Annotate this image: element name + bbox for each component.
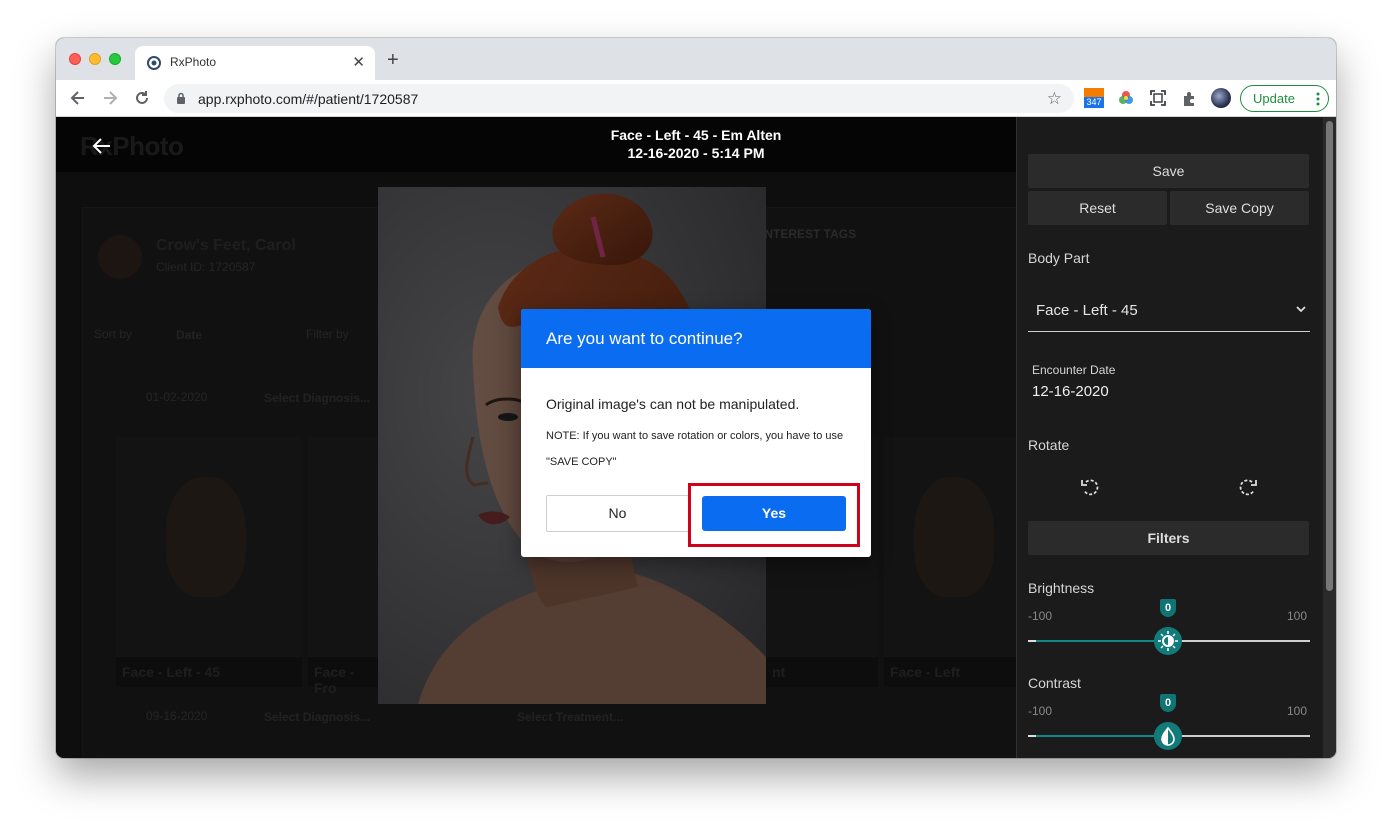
contrast-slider-thumb[interactable] [1154, 722, 1182, 750]
update-button[interactable]: Update [1240, 85, 1329, 112]
select-underline [1028, 331, 1310, 332]
puzzle-extensions-icon[interactable] [1180, 88, 1200, 108]
zoom-window-button[interactable] [109, 53, 121, 65]
dialog-message: Original image's can not be manipulated. [546, 396, 800, 412]
contrast-max-label: 100 [1287, 704, 1308, 718]
back-icon[interactable] [68, 88, 88, 108]
browser-window: RxPhoto ✕ + app.rxphoto.com/#/patient/17… [56, 38, 1336, 758]
dialog-title: Are you want to continue? [546, 329, 743, 348]
photo-title-line1: Face - Left - 45 - Em Alten [610, 127, 782, 143]
photo-title: Face - Left - 45 - Em Alten 12-16-2020 -… [536, 126, 856, 162]
brightness-max-label: 100 [1287, 609, 1308, 623]
browser-tab[interactable]: RxPhoto ✕ [135, 46, 375, 80]
color-wheel-icon[interactable] [1116, 88, 1136, 108]
filters-button[interactable]: Filters [1028, 521, 1309, 555]
rotate-right-icon[interactable] [1237, 476, 1259, 498]
photo-title-line2: 12-16-2020 - 5:14 PM [627, 145, 765, 161]
contrast-value-bubble: 0 [1160, 694, 1176, 712]
address-bar[interactable]: app.rxphoto.com/#/patient/1720587 ☆ [164, 84, 1074, 113]
brightness-slider-start [1028, 640, 1036, 642]
contrast-min-label: -100 [1028, 704, 1053, 718]
dialog-header: Are you want to continue? [521, 309, 871, 368]
close-window-button[interactable] [69, 53, 81, 65]
forward-icon[interactable] [100, 88, 120, 108]
rotate-label: Rotate [1028, 437, 1070, 453]
brightness-value-bubble: 0 [1160, 599, 1176, 617]
scrollbar-thumb[interactable] [1326, 121, 1333, 591]
tab-strip: RxPhoto ✕ + [56, 38, 1336, 80]
encounter-date-value: 12-16-2020 [1032, 383, 1109, 400]
tab-close-icon[interactable]: ✕ [352, 53, 365, 71]
reset-button[interactable]: Reset [1028, 191, 1167, 225]
dialog-note: NOTE: If you want to save rotation or co… [546, 430, 844, 468]
edit-panel: Save Reset Save Copy Body Part Face - Le… [1016, 117, 1321, 758]
url-text: app.rxphoto.com/#/patient/1720587 [198, 91, 419, 107]
more-menu-icon [1316, 92, 1320, 106]
page: RxPhoto Crow's Feet, Carol Client ID: 17… [56, 117, 1336, 758]
rxphoto-favicon-icon [147, 56, 161, 70]
brightness-slider-fill [1028, 640, 1168, 642]
no-button[interactable]: No [546, 495, 689, 532]
encounter-date-label: Encounter Date [1032, 363, 1116, 377]
reload-icon[interactable] [132, 88, 152, 108]
screenshot-icon[interactable] [1148, 88, 1168, 108]
bookmark-star-icon[interactable]: ☆ [1047, 89, 1062, 109]
contrast-slider-fill [1028, 735, 1168, 737]
update-label: Update [1253, 91, 1295, 106]
tab-title: RxPhoto [170, 55, 217, 69]
browser-toolbar: app.rxphoto.com/#/patient/1720587 ☆ 347 … [56, 80, 1336, 117]
chevron-down-icon [1296, 306, 1306, 313]
body-part-value: Face - Left - 45 [1036, 302, 1138, 319]
contrast-slider-start [1028, 735, 1036, 737]
panel-scrollbar[interactable] [1323, 117, 1336, 758]
profile-avatar[interactable] [1211, 88, 1231, 108]
yes-button-highlight [688, 483, 860, 547]
body-part-label: Body Part [1028, 250, 1090, 266]
rotate-left-icon[interactable] [1079, 476, 1101, 498]
extension-badge-count: 347 [1084, 97, 1104, 108]
minimize-window-button[interactable] [89, 53, 101, 65]
new-tab-button[interactable]: + [387, 50, 399, 70]
brightness-label: Brightness [1028, 580, 1095, 596]
save-button[interactable]: Save [1028, 154, 1309, 188]
brightness-slider-thumb[interactable] [1154, 627, 1182, 655]
lock-icon [177, 92, 185, 104]
back-arrow-icon[interactable] [92, 137, 112, 155]
brightness-min-label: -100 [1028, 609, 1053, 623]
contrast-label: Contrast [1028, 675, 1081, 691]
extension-badge-icon[interactable]: 347 [1084, 88, 1104, 108]
save-copy-button[interactable]: Save Copy [1170, 191, 1309, 225]
